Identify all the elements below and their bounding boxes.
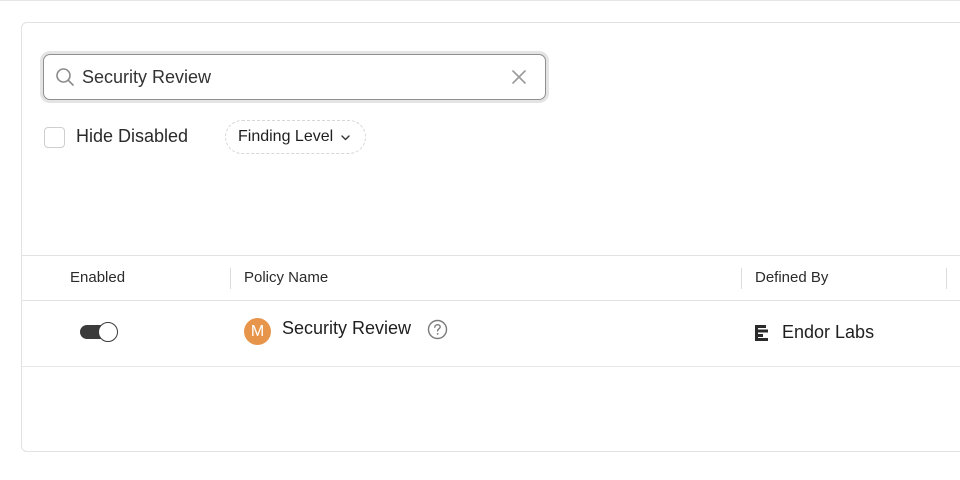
column-header-policy-name[interactable]: Policy Name bbox=[244, 269, 328, 286]
defined-by-value: Endor Labs bbox=[782, 322, 875, 342]
column-divider[interactable] bbox=[230, 268, 231, 289]
endor-labs-logo-icon bbox=[755, 325, 768, 341]
enabled-toggle[interactable] bbox=[80, 322, 120, 342]
table-row[interactable]: M Security Review Endor Labs bbox=[22, 301, 960, 367]
policy-avatar: M bbox=[244, 318, 271, 345]
policies-panel: Hide Disabled Finding Level Enabled Poli… bbox=[21, 22, 960, 452]
toggle-knob bbox=[98, 322, 118, 342]
policy-name[interactable]: Security Review bbox=[282, 318, 411, 339]
column-divider[interactable] bbox=[741, 268, 742, 289]
close-icon[interactable] bbox=[510, 68, 528, 86]
search-icon bbox=[56, 68, 74, 86]
help-icon[interactable] bbox=[427, 319, 448, 340]
finding-level-filter[interactable]: Finding Level bbox=[225, 120, 366, 154]
table-header: Enabled Policy Name Defined By bbox=[22, 255, 960, 301]
filter-bar: Hide Disabled Finding Level bbox=[44, 120, 544, 154]
chevron-down-icon bbox=[341, 134, 350, 140]
search-box[interactable] bbox=[43, 54, 546, 100]
finding-level-label: Finding Level bbox=[238, 128, 334, 145]
hide-disabled-label[interactable]: Hide Disabled bbox=[76, 126, 188, 147]
top-divider bbox=[0, 0, 960, 1]
column-header-defined-by[interactable]: Defined By bbox=[755, 269, 828, 286]
search-input[interactable] bbox=[82, 63, 502, 91]
hide-disabled-checkbox[interactable] bbox=[44, 127, 65, 148]
column-header-enabled[interactable]: Enabled bbox=[70, 269, 125, 286]
column-divider[interactable] bbox=[946, 268, 947, 289]
